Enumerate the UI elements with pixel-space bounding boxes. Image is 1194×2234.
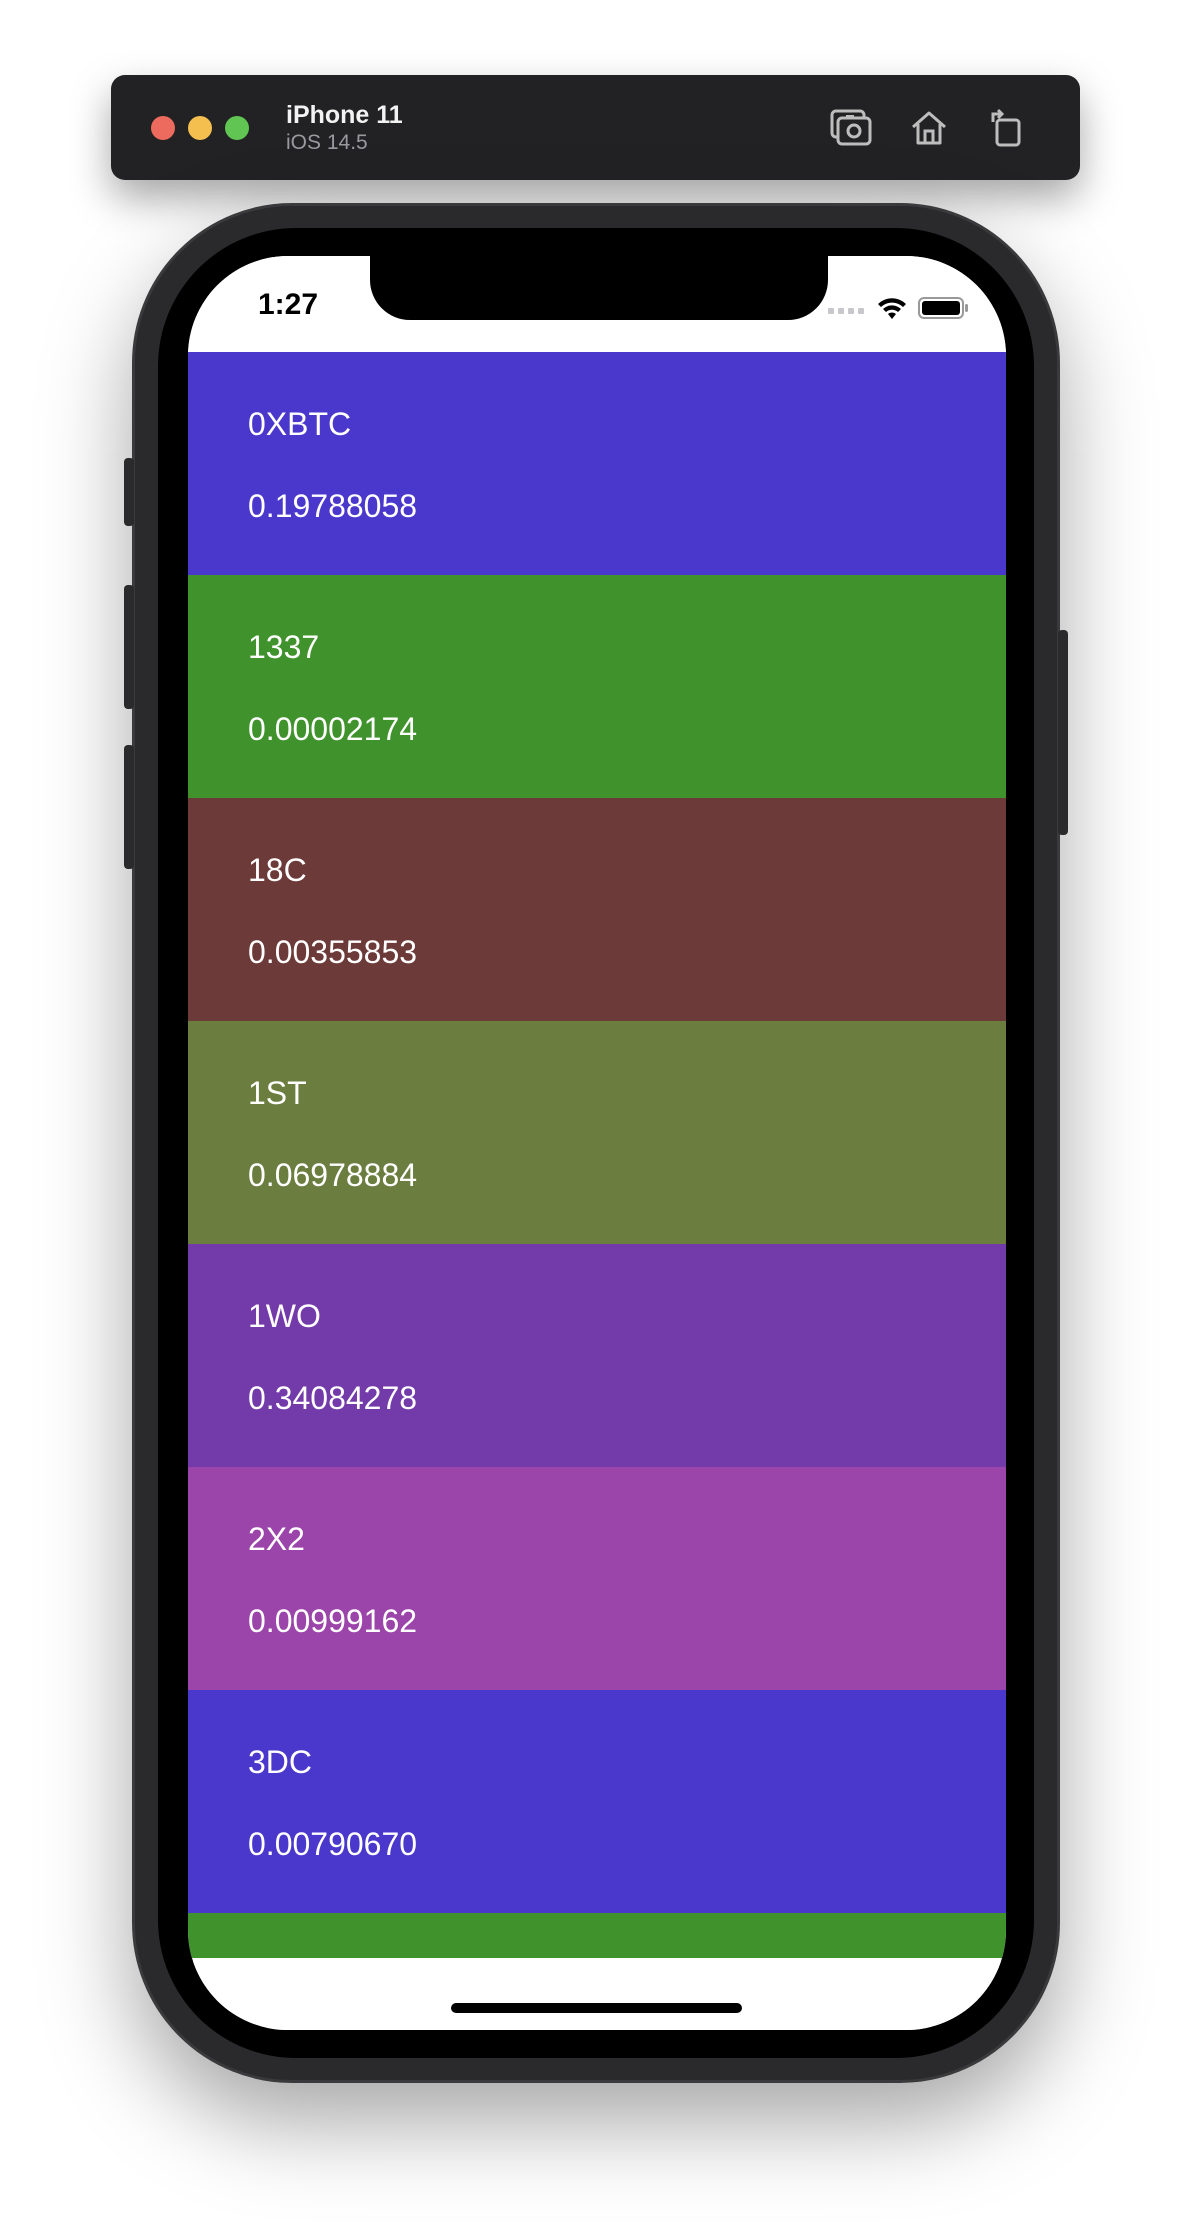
coin-row[interactable]: 1WO 0.34084278 xyxy=(188,1244,1006,1467)
screenshot-icon[interactable] xyxy=(828,105,874,151)
coin-symbol: 1ST xyxy=(248,1075,307,1111)
simulator-toolbar: iPhone 11 iOS 14.5 xyxy=(111,75,1080,180)
status-time: 1:27 xyxy=(258,288,319,321)
close-window-button[interactable] xyxy=(151,115,175,140)
coin-price: 0.34084278 xyxy=(248,1380,418,1416)
simulator-stage: iPhone 11 iOS 14.5 0XBTC 0.19788058 1337… xyxy=(0,0,1194,2234)
coin-symbol: 3DC xyxy=(248,1744,313,1780)
status-bar: 1:27 xyxy=(188,256,1006,352)
coin-row[interactable]: 0XBTC 0.19788058 xyxy=(188,352,1006,575)
notch xyxy=(370,256,828,320)
coin-price: 0.19788058 xyxy=(248,488,418,524)
home-icon[interactable] xyxy=(906,105,952,151)
coin-row[interactable]: 2X2 0.00999162 xyxy=(188,1467,1006,1690)
home-area xyxy=(188,1961,1006,2030)
wifi-icon xyxy=(876,296,908,325)
coin-row[interactable]: 1ST 0.06978884 xyxy=(188,1021,1006,1244)
coin-symbol: 18C xyxy=(248,852,307,888)
device-name: iPhone 11 xyxy=(286,100,403,129)
coin-symbol: 0XBTC xyxy=(248,406,352,442)
coin-row[interactable] xyxy=(188,1913,1006,1958)
coin-price: 0.00355853 xyxy=(248,934,418,970)
coin-price: 0.00790670 xyxy=(248,1826,418,1862)
power-button[interactable] xyxy=(1058,630,1068,835)
coin-row[interactable]: 18C 0.00355853 xyxy=(188,798,1006,1021)
zoom-window-button[interactable] xyxy=(225,115,249,140)
volume-up-button[interactable] xyxy=(124,585,134,709)
coin-list[interactable]: 0XBTC 0.19788058 1337 0.00002174 18C 0.003558… xyxy=(188,352,1006,1958)
coin-price: 0.06978884 xyxy=(248,1157,418,1193)
phone-screen: 0XBTC 0.19788058 1337 0.00002174 18C 0.003558… xyxy=(188,256,1006,2030)
coin-symbol: 2X2 xyxy=(248,1521,305,1557)
coin-price: 0.00002174 xyxy=(248,711,418,747)
device-info: iPhone 11 iOS 14.5 xyxy=(286,100,403,156)
coin-row[interactable]: 1337 0.00002174 xyxy=(188,575,1006,798)
volume-down-button[interactable] xyxy=(124,745,134,869)
window-controls xyxy=(151,115,249,140)
coin-symbol: 1337 xyxy=(248,629,320,665)
minimize-window-button[interactable] xyxy=(188,115,212,140)
cellular-signal-icon xyxy=(828,302,866,320)
coin-price: 0.00999162 xyxy=(248,1603,418,1639)
coin-symbol: 1WO xyxy=(248,1298,321,1334)
coin-row[interactable]: 3DC 0.00790670 xyxy=(188,1690,1006,1913)
silent-switch[interactable] xyxy=(124,458,134,526)
toolbar-actions xyxy=(828,105,1030,151)
device-os-version: iOS 14.5 xyxy=(286,130,368,154)
battery-icon xyxy=(918,296,970,325)
home-indicator[interactable] xyxy=(451,2003,742,2013)
rotate-icon[interactable] xyxy=(984,105,1030,151)
status-indicators xyxy=(828,296,970,325)
